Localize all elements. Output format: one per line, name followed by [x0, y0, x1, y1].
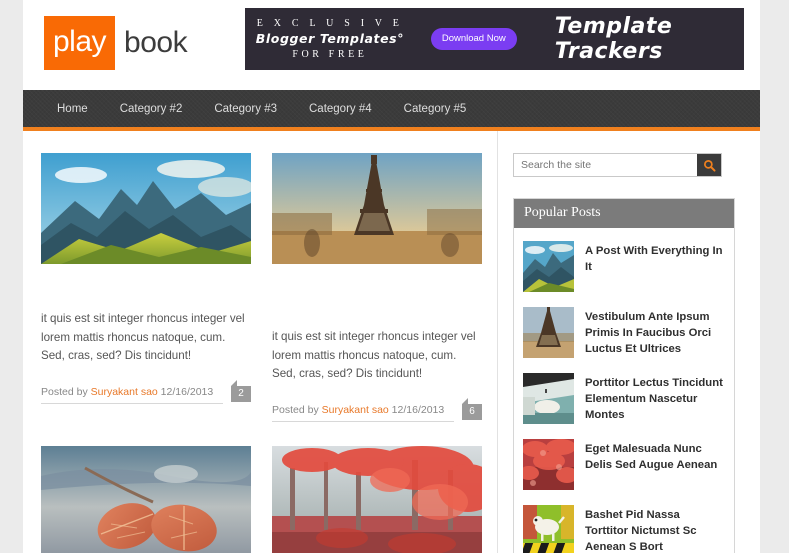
- popular-post-title[interactable]: Bashet Pid Nassa Torttitor Nictumst Sc A…: [585, 505, 725, 553]
- search-widget: [513, 153, 722, 177]
- mountains-image: [41, 153, 251, 264]
- popular-posts-widget: Popular Posts A Post With Everything In …: [513, 198, 735, 553]
- autumn-leaves-image: [41, 445, 251, 553]
- list-item[interactable]: Porttitor Lectus Tincidunt Elementum Nas…: [523, 366, 725, 432]
- popular-thumbnail-red-forest: [523, 439, 574, 490]
- popular-post-title[interactable]: Porttitor Lectus Tincidunt Elementum Nas…: [585, 373, 725, 423]
- post-card[interactable]: A Post with Everything In It it quis est…: [41, 153, 251, 422]
- search-button[interactable]: [697, 154, 721, 176]
- promo-banner[interactable]: E X C L U S I V E Blogger Templates° FOR…: [245, 8, 744, 70]
- promo-banner-text: E X C L U S I V E Blogger Templates° FOR…: [251, 18, 409, 60]
- site-shell: play book E X C L U S I V E Blogger Temp…: [23, 0, 760, 553]
- eiffel-thumb-image: [523, 307, 574, 358]
- popular-thumbnail-eiffel: [523, 307, 574, 358]
- list-item[interactable]: Bashet Pid Nassa Torttitor Nictumst Sc A…: [523, 498, 725, 553]
- popular-thumbnail-dog: [523, 505, 574, 553]
- post-author-link[interactable]: Suryakant sao: [91, 386, 158, 398]
- mountains-thumb-image: [523, 241, 574, 292]
- post-card[interactable]: Class Aptent Taciti Sociosqu Ad Litora: [41, 445, 251, 553]
- page-root: play book E X C L U S I V E Blogger Temp…: [0, 0, 789, 553]
- popular-posts-list: A Post With Everything In It Vestibulum …: [514, 228, 734, 553]
- posted-by-label: Posted by: [272, 403, 319, 416]
- post-excerpt: it quis est sit integer rhoncus integer …: [41, 312, 245, 362]
- promo-line-blogger-templates: Blogger Templates°: [255, 31, 405, 46]
- post-date: 12/16/2013: [391, 403, 445, 416]
- post-thumbnail-eiffel[interactable]: [272, 153, 482, 264]
- post-byline: Posted by Suryakant sao 12/16/2013: [272, 404, 454, 422]
- post-row-top: A Post with Everything In It it quis est…: [41, 153, 482, 422]
- site-logo[interactable]: play book: [44, 16, 188, 70]
- eiffel-tower-image: [272, 153, 482, 264]
- logo-word-text: book: [124, 26, 188, 59]
- promo-brand-text: Template Trackers: [554, 14, 673, 64]
- nav-item-category-5[interactable]: Category #5: [388, 92, 483, 126]
- list-item[interactable]: Vestibulum Ante Ipsum Primis In Faucibus…: [523, 300, 725, 366]
- red-forest-image: [272, 445, 482, 553]
- popular-posts-heading: Popular Posts: [514, 199, 734, 228]
- content-area: A Post with Everything In It it quis est…: [23, 131, 760, 553]
- post-thumbnail-leaves[interactable]: [41, 445, 251, 553]
- main-navigation: Home Category #2 Category #3 Category #4…: [23, 90, 760, 127]
- post-thumbnail-red-forest[interactable]: [272, 445, 482, 553]
- post-meta: Posted by Suryakant sao 12/16/2013 2: [41, 379, 251, 404]
- popular-post-title[interactable]: Vestibulum Ante Ipsum Primis In Faucibus…: [585, 307, 725, 357]
- list-item[interactable]: A Post With Everything In It: [523, 234, 725, 300]
- post-card[interactable]: Eget Malesuada Nunc Delis Sed Augue Aene…: [272, 445, 482, 553]
- search-input[interactable]: [514, 154, 697, 176]
- post-meta: Posted by Suryakant sao 12/16/2013 6: [272, 397, 482, 422]
- popular-thumbnail-mountains: [523, 241, 574, 292]
- post-excerpt: it quis est sit integer rhoncus integer …: [272, 330, 476, 380]
- dog-thumb-image: [523, 505, 574, 553]
- promo-line-for-free: FOR FREE: [292, 49, 368, 60]
- download-now-button[interactable]: Download Now: [430, 28, 517, 50]
- desk-thumb-image: [523, 373, 574, 424]
- nav-item-category-2[interactable]: Category #2: [104, 92, 199, 126]
- popular-post-title[interactable]: A Post With Everything In It: [585, 241, 725, 275]
- search-icon: [703, 159, 716, 172]
- list-item[interactable]: Eget Malesuada Nunc Delis Sed Augue Aene…: [523, 432, 725, 498]
- popular-post-title[interactable]: Eget Malesuada Nunc Delis Sed Augue Aene…: [585, 439, 725, 473]
- promo-line-exclusive: E X C L U S I V E: [256, 18, 404, 29]
- logo-badge-text: play: [44, 16, 116, 70]
- red-forest-thumb-image: [523, 439, 574, 490]
- post-author-link[interactable]: Suryakant sao: [322, 404, 389, 416]
- post-byline: Posted by Suryakant sao 12/16/2013: [41, 386, 223, 404]
- post-row-bottom: Class Aptent Taciti Sociosqu Ad Litora: [41, 445, 482, 553]
- site-header: play book E X C L U S I V E Blogger Temp…: [23, 0, 760, 90]
- comment-count-badge[interactable]: 6: [462, 397, 482, 420]
- nav-item-home[interactable]: Home: [41, 92, 104, 126]
- post-thumbnail-mountains[interactable]: [41, 153, 251, 264]
- comment-count-badge[interactable]: 2: [231, 379, 251, 402]
- post-date: 12/16/2013: [160, 385, 214, 398]
- posted-by-label: Posted by: [41, 385, 88, 398]
- popular-thumbnail-desk: [523, 373, 574, 424]
- nav-item-category-4[interactable]: Category #4: [293, 92, 388, 126]
- post-card[interactable]: Vestibulum Ante Ipsum Primis In Faucibus…: [272, 153, 482, 422]
- nav-item-category-3[interactable]: Category #3: [198, 92, 293, 126]
- sidebar: Popular Posts: [498, 131, 759, 553]
- main-column: A Post with Everything In It it quis est…: [23, 131, 498, 553]
